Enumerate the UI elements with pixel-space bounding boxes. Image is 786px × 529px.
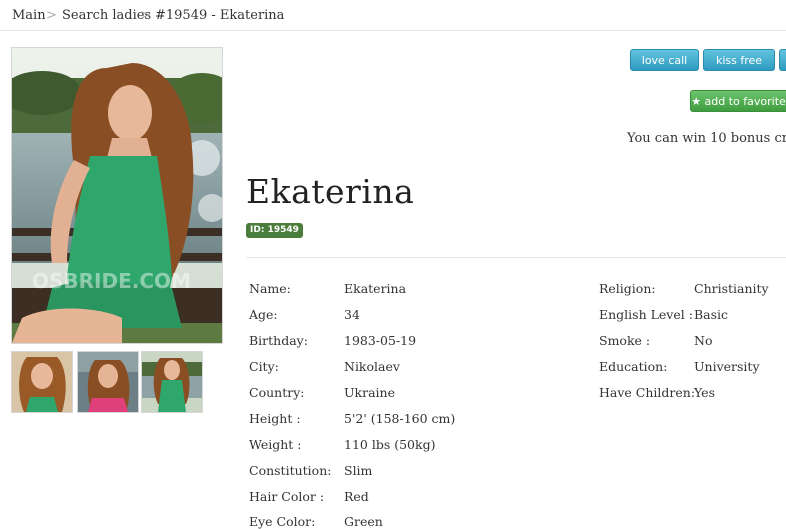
detail-label: Name: (249, 281, 291, 296)
detail-value: Green (344, 514, 383, 529)
detail-value: Ukraine (344, 385, 395, 400)
detail-label: Weight : (249, 437, 302, 452)
detail-value: Slim (344, 463, 373, 478)
breadcrumb-current: #19549 - Ekaterina (155, 8, 285, 23)
profile-name-heading: Ekaterina (246, 172, 415, 211)
section-divider (246, 257, 786, 258)
detail-label: Country: (249, 385, 305, 400)
detail-label: Hair Color : (249, 489, 325, 504)
breadcrumb-separator: > (46, 8, 57, 23)
add-to-favorite-button[interactable]: ★ add to favorite (690, 90, 786, 112)
detail-label: Birthday: (249, 333, 308, 348)
kiss-free-button[interactable]: kiss free (703, 49, 775, 71)
detail-label: Have Children: (599, 385, 696, 400)
detail-label: Education: (599, 359, 668, 374)
thumbnail-photo-1[interactable] (11, 351, 73, 413)
detail-value: Yes (694, 385, 715, 400)
bonus-text: You can win 10 bonus crd on (627, 131, 786, 146)
thumbnail-photo-3[interactable] (141, 351, 203, 413)
thumbnail-image (12, 352, 72, 412)
detail-value: 5'2' (158-160 cm) (344, 411, 456, 426)
detail-label: Smoke : (599, 333, 651, 348)
breadcrumb: Main > Search ladies > #19549 - Ekaterin… (0, 0, 786, 31)
profile-id-badge: ID: 19549 (246, 223, 303, 238)
detail-label: Age: (249, 307, 278, 322)
watermark-text: OSBRIDE.COM (32, 269, 191, 293)
detail-label: Religion: (599, 281, 656, 296)
detail-value: Red (344, 489, 369, 504)
detail-value: Nikolaev (344, 359, 400, 374)
thumbnail-image (78, 352, 138, 412)
profile-photo-image: OSBRIDE.COM (12, 48, 222, 343)
detail-label: Eye Color: (249, 514, 316, 529)
detail-value: Christianity (694, 281, 769, 296)
breadcrumb-main-link[interactable]: Main (12, 8, 46, 23)
detail-label: City: (249, 359, 279, 374)
detail-value: 110 lbs (50kg) (344, 437, 436, 452)
detail-value: 34 (344, 307, 360, 322)
detail-label: Height : (249, 411, 301, 426)
main-profile-photo[interactable]: OSBRIDE.COM (11, 47, 223, 344)
detail-label: Constitution: (249, 463, 332, 478)
thumbnail-image (142, 352, 202, 412)
detail-label: English Level : (599, 307, 693, 322)
detail-value: Ekaterina (344, 281, 407, 296)
more-actions-button[interactable] (779, 49, 786, 71)
breadcrumb-separator: > (140, 8, 151, 23)
detail-value: No (694, 333, 713, 348)
breadcrumb-search-link[interactable]: Search ladies (62, 8, 151, 23)
detail-value: 1983-05-19 (344, 333, 417, 348)
detail-value: University (694, 359, 760, 374)
love-call-button[interactable]: love call (630, 49, 699, 71)
thumbnail-photo-2[interactable] (77, 351, 139, 413)
detail-value: Basic (694, 307, 729, 322)
